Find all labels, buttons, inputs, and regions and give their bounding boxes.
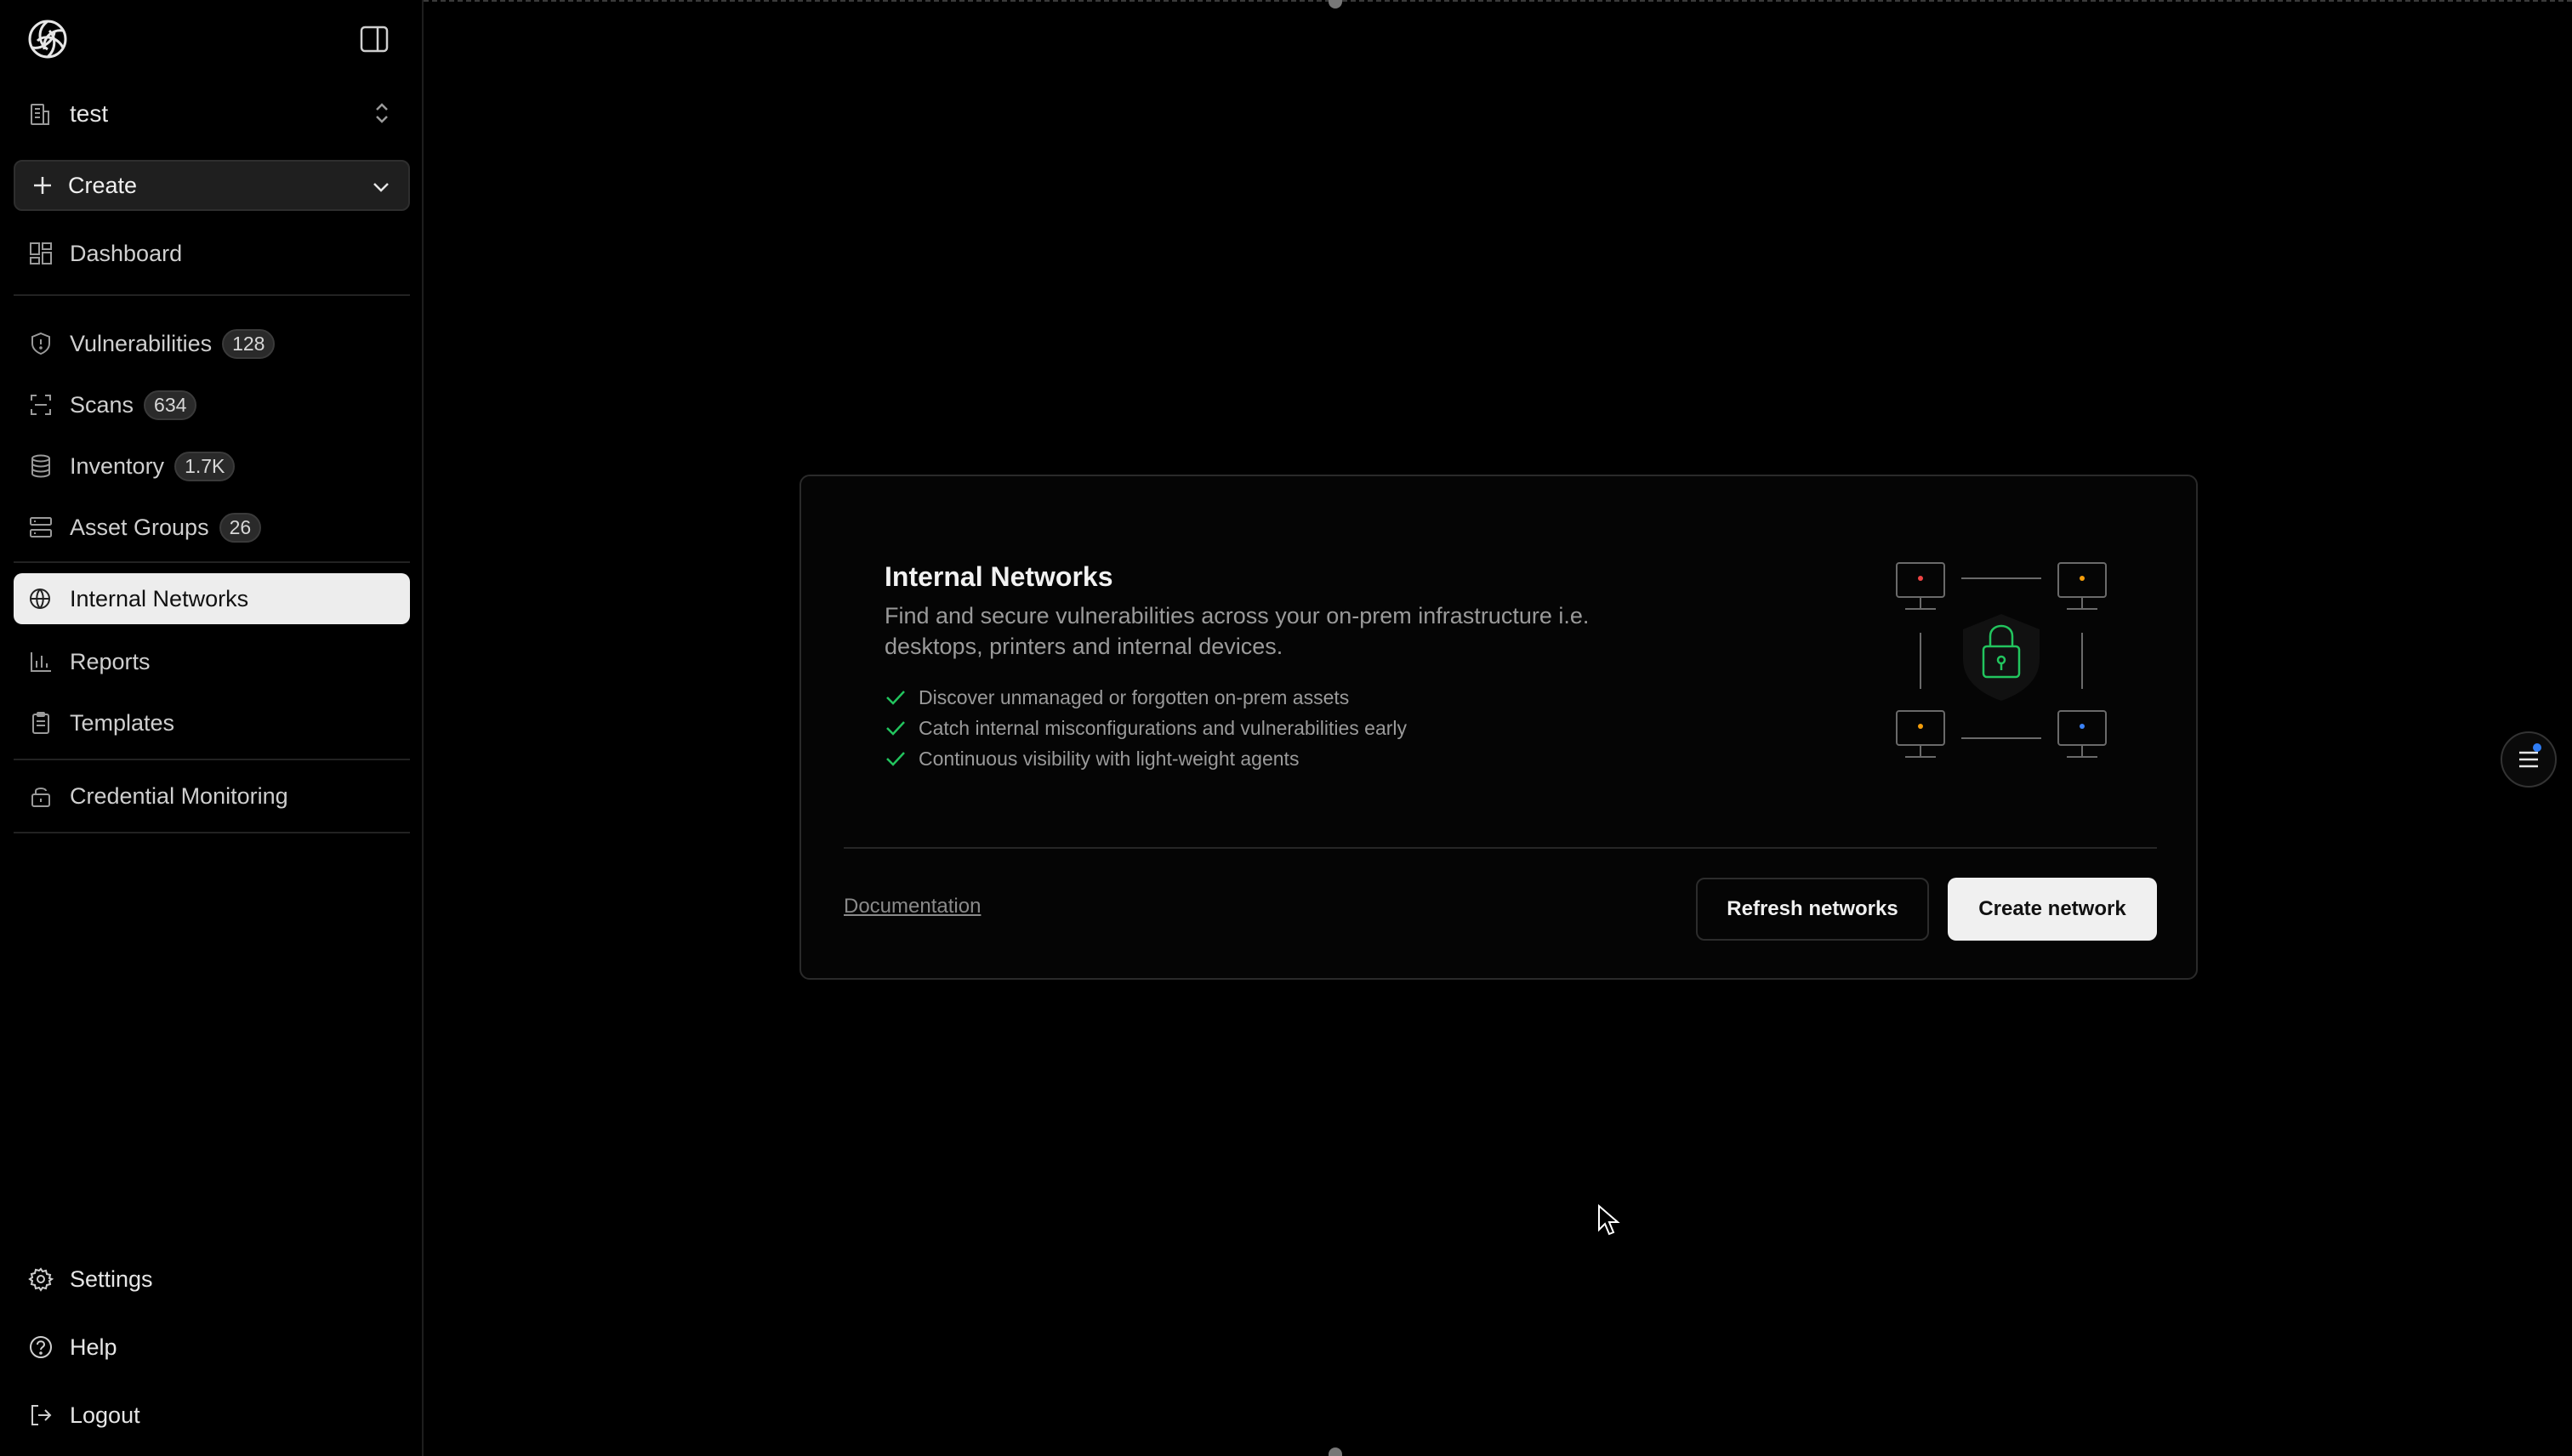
workspace-selector[interactable]: test (14, 88, 410, 139)
sidebar-item-dashboard[interactable]: Dashboard (14, 228, 410, 279)
check-icon (886, 721, 905, 736)
refresh-networks-button[interactable]: Refresh networks (1696, 878, 1929, 941)
plus-icon (34, 177, 51, 194)
chevron-down-icon (373, 183, 389, 192)
floating-menu-button[interactable] (2501, 731, 2557, 788)
list-item: Discover unmanaged or forgotten on-prem … (885, 682, 1407, 713)
clipboard-icon (27, 709, 54, 737)
logout-icon (27, 1402, 54, 1429)
create-button[interactable]: Create (14, 160, 410, 211)
sidebar-item-asset-groups[interactable]: Asset Groups 26 (14, 502, 410, 553)
notification-dot (2533, 743, 2541, 752)
count-badge: 634 (144, 390, 197, 420)
list-item: Continuous visibility with light-weight … (885, 743, 1407, 774)
sidebar-item-templates[interactable]: Templates (14, 697, 410, 748)
sidebar-divider (14, 832, 410, 833)
network-lock-illustration-icon (1896, 562, 2107, 758)
bar-chart-icon (27, 648, 54, 675)
internal-networks-card: Internal Networks Find and secure vulner… (799, 475, 2198, 980)
building-icon (31, 104, 49, 125)
card-title: Internal Networks (885, 561, 1113, 592)
sidebar-item-label: Settings (70, 1265, 153, 1292)
documentation-link[interactable]: Documentation (844, 895, 981, 919)
chevron-up-down-icon (376, 103, 388, 123)
resize-handle-bottom[interactable] (1329, 1447, 1342, 1456)
dashboard-icon (27, 240, 54, 267)
sidebar-item-label: Reports (70, 648, 151, 674)
sidebar-item-label: Templates (70, 709, 175, 736)
check-icon (886, 752, 905, 766)
sidebar-item-label: Dashboard (70, 240, 183, 266)
feature-list: Discover unmanaged or forgotten on-prem … (885, 682, 1407, 774)
sidebar-item-internal-networks[interactable]: Internal Networks (14, 573, 410, 624)
app-logo-icon[interactable] (26, 17, 70, 61)
create-label: Create (68, 172, 138, 198)
sidebar-divider (14, 759, 410, 760)
list-item: Catch internal misconfigurations and vul… (885, 713, 1407, 743)
sidebar-item-label: Inventory (70, 452, 165, 479)
sidebar-item-label: Internal Networks (70, 585, 249, 611)
sidebar-item-label: Credential Monitoring (70, 782, 288, 809)
sidebar-item-reports[interactable]: Reports (14, 636, 410, 687)
feature-text: Discover unmanaged or forgotten on-prem … (919, 685, 1350, 708)
sidebar-item-label: Logout (70, 1402, 140, 1428)
sidebar-item-credential-monitoring[interactable]: Credential Monitoring (14, 771, 410, 822)
card-divider (844, 847, 2157, 849)
sidebar-item-logout[interactable]: Logout (14, 1390, 410, 1441)
top-border (424, 0, 2572, 2)
feature-text: Continuous visibility with light-weight … (919, 747, 1300, 770)
collapse-sidebar-button[interactable] (356, 20, 393, 58)
sidebar-item-vulnerabilities[interactable]: Vulnerabilities 128 (14, 318, 410, 369)
sidebar-divider (14, 294, 410, 296)
sidebar-item-settings[interactable]: Settings (14, 1254, 410, 1305)
card-description: Find and secure vulnerabilities across y… (885, 603, 1590, 659)
sidebar-divider (14, 561, 410, 563)
count-badge: 26 (219, 512, 262, 543)
feature-text: Catch internal misconfigurations and vul… (919, 716, 1408, 739)
sidebar-item-label: Vulnerabilities (70, 330, 213, 356)
resize-handle-top[interactable] (1329, 0, 1342, 9)
lock-icon (27, 782, 54, 810)
sidebar-item-label: Asset Groups (70, 514, 209, 540)
mouse-cursor-icon (1598, 1204, 1620, 1236)
shield-alert-icon (27, 330, 54, 357)
sidebar-item-label: Help (70, 1334, 117, 1360)
sidebar-item-label: Scans (70, 391, 134, 418)
sidebar-toggle-icon (360, 26, 389, 53)
sidebar: test Create Dashboard Vulnerabilities 12… (0, 0, 424, 1456)
workspace-name: test (70, 100, 109, 127)
sidebar-item-scans[interactable]: Scans 634 (14, 379, 410, 430)
help-circle-icon (27, 1334, 54, 1361)
sidebar-item-help[interactable]: Help (14, 1322, 410, 1373)
globe-lock-icon (27, 585, 54, 612)
check-icon (886, 691, 905, 705)
database-icon (27, 452, 54, 480)
sidebar-item-inventory[interactable]: Inventory 1.7K (14, 441, 410, 492)
create-network-button[interactable]: Create network (1948, 878, 2157, 941)
scan-icon (27, 391, 54, 418)
count-badge: 128 (222, 328, 276, 359)
gear-icon (27, 1265, 54, 1293)
server-icon (27, 514, 54, 541)
count-badge: 1.7K (174, 451, 236, 481)
